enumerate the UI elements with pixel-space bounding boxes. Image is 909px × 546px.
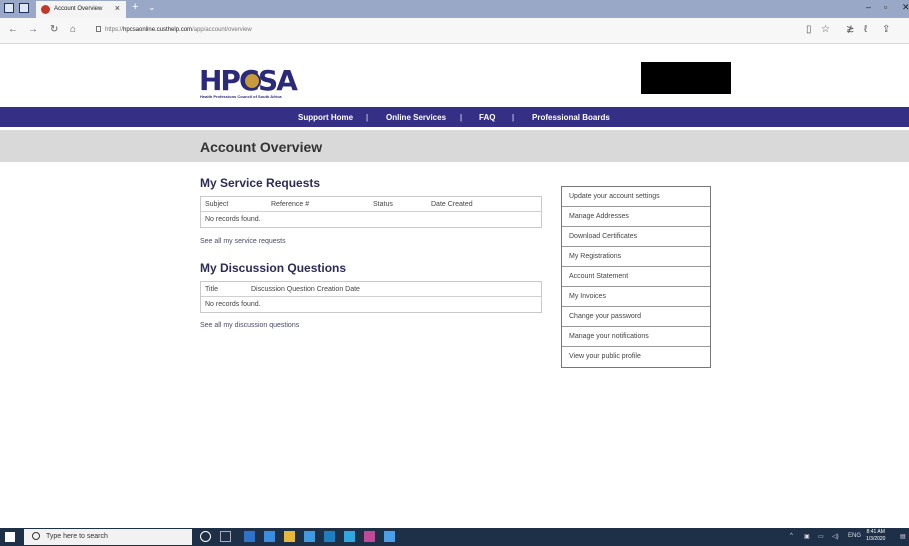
menu-change-password[interactable]: Change your password (562, 307, 710, 327)
menu-my-registrations[interactable]: My Registrations (562, 247, 710, 267)
task-view-icon[interactable] (220, 531, 231, 542)
column-status[interactable]: Status (373, 201, 393, 208)
page-title: Account Overview (200, 139, 323, 155)
clock-date: 1/3/2020 (866, 536, 886, 542)
redacted-block (641, 62, 731, 94)
system-clock[interactable]: 8:41 AM 1/3/2020 (866, 529, 885, 543)
table-row: No records found. (201, 212, 541, 227)
refresh-icon[interactable]: ↻ (50, 24, 58, 35)
menu-my-invoices[interactable]: My Invoices (562, 287, 710, 307)
url-path: /app/account/overview (192, 27, 252, 33)
column-creation-date[interactable]: Discussion Question Creation Date (251, 286, 360, 293)
notifications-icon[interactable]: ▤ (900, 533, 906, 540)
nav-separator: | (460, 113, 463, 122)
teams-icon[interactable] (364, 531, 375, 542)
close-tab-icon[interactable]: × (115, 3, 120, 13)
empty-message: No records found. (205, 301, 261, 308)
reading-view-icon[interactable]: ▯ (806, 24, 812, 35)
nav-professional-boards[interactable]: Professional Boards (532, 113, 610, 122)
windows-start-icon[interactable] (5, 532, 15, 542)
tab-actions-icon[interactable] (4, 3, 14, 13)
lock-icon (96, 26, 101, 32)
windows-taskbar: Type here to search ^ ▣ ▭ ◁) ENG 8:41 AM… (0, 528, 909, 546)
store-icon[interactable] (304, 531, 315, 542)
back-icon[interactable]: ← (8, 24, 18, 35)
tab-title: Account Overview (54, 6, 103, 12)
edge-icon[interactable] (264, 531, 275, 542)
table-header-row: Title Discussion Question Creation Date (201, 282, 541, 297)
logo-seal-icon (243, 72, 261, 90)
language-indicator[interactable]: ENG (848, 533, 861, 539)
url-prefix: https:// (105, 27, 124, 33)
empty-message: No records found. (205, 216, 261, 223)
favorite-star-icon[interactable]: ☆ (821, 24, 830, 35)
pen-icon[interactable]: ℓ (864, 24, 867, 35)
main-nav: Support Home | Online Services | FAQ | P… (0, 107, 909, 127)
discussion-questions-table: Title Discussion Question Creation Date … (200, 281, 542, 313)
nav-online-services[interactable]: Online Services (386, 113, 446, 122)
account-menu: Update your account settings Manage Addr… (561, 186, 711, 368)
nav-separator: | (512, 113, 515, 122)
cortana-icon[interactable] (200, 531, 211, 542)
menu-manage-notifications[interactable]: Manage your notifications (562, 327, 710, 347)
site-favicon-icon (41, 5, 50, 14)
address-bar: ← → ↻ ⌂ https://hpcsaonline.custhelp.com… (0, 18, 909, 44)
hpcsa-logo[interactable]: HPCSA Health Professions Council of Sout… (199, 64, 299, 100)
column-subject[interactable]: Subject (205, 201, 228, 208)
home-icon[interactable]: ⌂ (70, 24, 76, 35)
menu-account-statement[interactable]: Account Statement (562, 267, 710, 287)
forward-icon[interactable]: → (28, 24, 38, 35)
see-all-discussion-questions-link[interactable]: See all my discussion questions (200, 322, 299, 329)
tab-list-chevron-icon[interactable]: ⌄ (148, 2, 156, 13)
edge-browser-icon[interactable] (244, 531, 255, 542)
minimize-icon[interactable]: – (866, 2, 871, 12)
table-row: No records found. (201, 297, 541, 312)
search-icon (32, 532, 40, 540)
menu-update-account-settings[interactable]: Update your account settings (562, 187, 710, 207)
file-explorer-icon[interactable] (284, 531, 295, 542)
see-all-service-requests-link[interactable]: See all my service requests (200, 238, 286, 245)
browser-tab[interactable]: Account Overview × (36, 1, 126, 18)
show-hidden-icons-icon[interactable]: ^ (790, 533, 793, 539)
favorites-hub-icon[interactable]: ≵ (846, 24, 854, 35)
column-reference[interactable]: Reference # (271, 201, 309, 208)
logo-subtitle: Health Professions Council of South Afri… (200, 94, 282, 99)
app-icon[interactable] (344, 531, 355, 542)
nav-faq[interactable]: FAQ (479, 113, 495, 122)
service-requests-heading: My Service Requests (200, 176, 321, 190)
url-field[interactable]: https://hpcsaonline.custhelp.com/app/acc… (96, 26, 252, 33)
column-title[interactable]: Title (205, 286, 218, 293)
browser-tab-bar: Account Overview × + ⌄ – ▫ ✕ (0, 0, 909, 18)
mail-icon[interactable] (384, 531, 395, 542)
new-tab-icon[interactable]: + (132, 1, 138, 13)
search-placeholder: Type here to search (46, 533, 108, 540)
display-icon[interactable]: ▭ (818, 533, 824, 540)
nav-support-home[interactable]: Support Home (298, 113, 353, 122)
share-icon[interactable]: ⇪ (882, 24, 890, 35)
tabs-aside-icon[interactable] (19, 3, 29, 13)
close-window-icon[interactable]: ✕ (902, 2, 909, 13)
menu-download-certificates[interactable]: Download Certificates (562, 227, 710, 247)
table-header-row: Subject Reference # Status Date Created (201, 197, 541, 212)
clock-time: 8:41 AM (866, 529, 885, 535)
discussion-questions-heading: My Discussion Questions (200, 261, 347, 275)
volume-icon[interactable]: ◁) (832, 533, 839, 540)
page-title-bar: Account Overview (0, 130, 909, 162)
skype-icon[interactable] (324, 531, 335, 542)
url-host: hpcsaonline.custhelp.com (123, 27, 193, 33)
maximize-icon[interactable]: ▫ (884, 2, 887, 12)
nav-separator: | (366, 113, 369, 122)
taskbar-search-box[interactable]: Type here to search (24, 529, 192, 545)
service-requests-table: Subject Reference # Status Date Created … (200, 196, 542, 228)
menu-manage-addresses[interactable]: Manage Addresses (562, 207, 710, 227)
menu-view-public-profile[interactable]: View your public profile (562, 347, 710, 367)
network-icon[interactable]: ▣ (804, 533, 810, 540)
column-date-created[interactable]: Date Created (431, 201, 473, 208)
